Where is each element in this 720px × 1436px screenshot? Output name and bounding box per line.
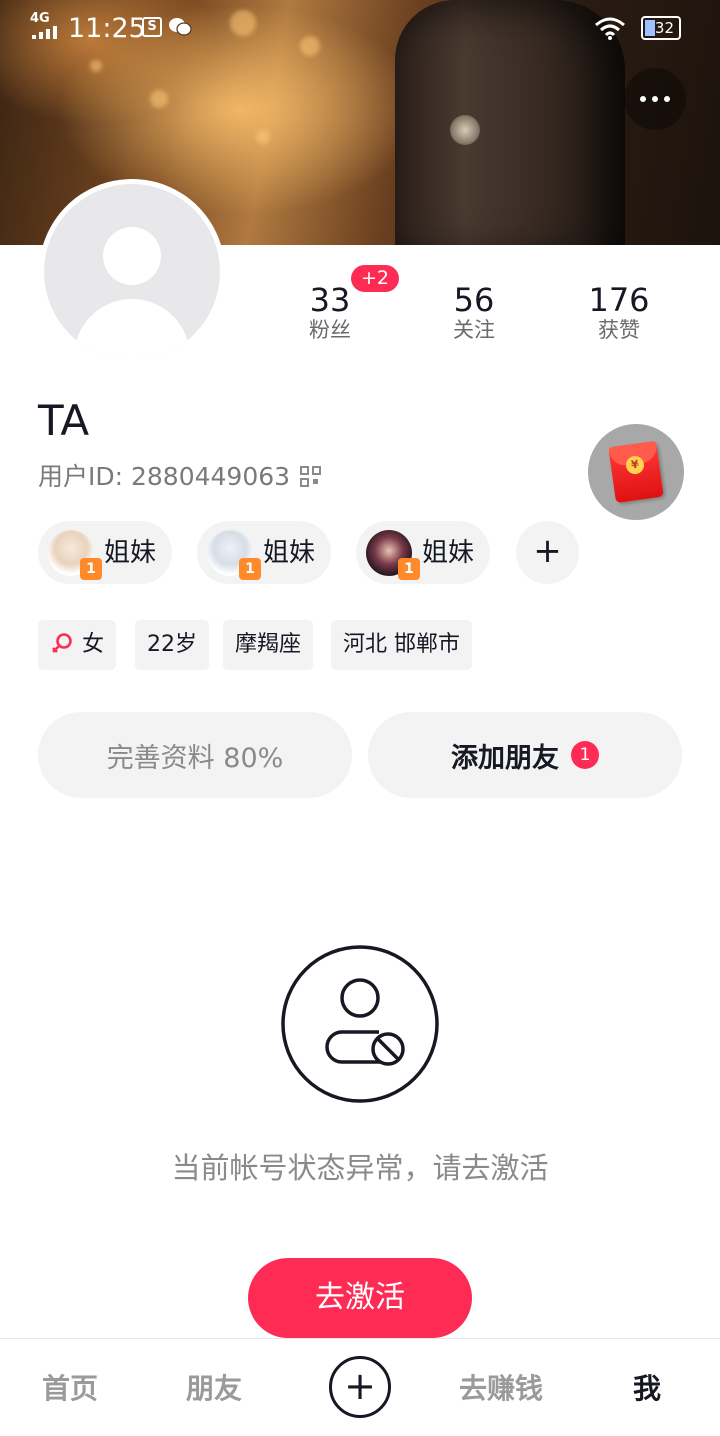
qr-code-icon[interactable] <box>300 466 322 488</box>
complete-profile-label: 完善资料 80% <box>106 742 284 774</box>
default-avatar-icon <box>44 184 220 360</box>
relation-label: 姐妹 <box>263 537 316 568</box>
activate-account-button[interactable]: 去激活 <box>248 1258 472 1338</box>
notification-app-icon: S <box>142 17 162 37</box>
relation-level-badge: 1 <box>398 557 420 580</box>
nav-earn[interactable]: 去赚钱 <box>459 1369 543 1409</box>
cover-bokeh <box>90 60 102 72</box>
likes-label: 获赞 <box>598 318 640 342</box>
account-status-message: 当前帐号状态异常，请去激活 <box>171 1151 549 1185</box>
add-friend-label: 添加朋友 <box>451 742 559 774</box>
nav-friends[interactable]: 朋友 <box>186 1369 242 1409</box>
gender-tag: 女 <box>38 620 117 670</box>
relation-chip[interactable]: 1 姐妹 <box>38 521 173 584</box>
age-tag: 22岁 <box>135 620 209 670</box>
relation-label: 姐妹 <box>104 537 157 568</box>
relation-avatar: 1 <box>48 529 102 580</box>
status-time: 11:25 <box>68 13 146 44</box>
status-bar: 4G 11:25 S 32 <box>0 0 720 56</box>
stat-following[interactable]: 56 关注 <box>424 282 524 344</box>
nav-me[interactable]: 我 <box>633 1369 661 1409</box>
relation-level-badge: 1 <box>80 557 102 580</box>
profile-name: TA <box>38 396 90 445</box>
female-icon <box>52 633 72 653</box>
battery-icon: 32 <box>641 16 681 40</box>
red-packet-symbol: ¥ <box>624 454 646 476</box>
new-followers-badge: +2 <box>351 265 400 292</box>
red-packet-icon: ¥ <box>608 440 664 504</box>
bottom-navigation: 首页 朋友 + 去赚钱 我 <box>0 1338 720 1436</box>
more-dot-icon <box>640 96 646 102</box>
relation-avatar: 1 <box>366 529 420 580</box>
signal-icon <box>32 26 57 39</box>
battery-level: 32 <box>654 19 674 37</box>
add-relation-button[interactable]: + <box>516 521 579 584</box>
complete-profile-button[interactable]: 完善资料 80% <box>38 712 352 798</box>
zodiac-tag: 摩羯座 <box>223 620 314 670</box>
cover-bokeh <box>256 130 270 144</box>
more-dot-icon <box>652 96 658 102</box>
relation-chip[interactable]: 1 姐妹 <box>197 521 332 584</box>
wechat-icon <box>169 18 192 36</box>
location-tag: 河北 邯郸市 <box>331 620 472 670</box>
more-options-button[interactable] <box>624 68 686 130</box>
red-packet-button[interactable]: ¥ <box>588 424 684 520</box>
followers-label: 粉丝 <box>309 318 351 342</box>
likes-count: 176 <box>588 281 650 319</box>
avatar[interactable] <box>39 179 225 365</box>
relation-level-badge: 1 <box>239 557 261 580</box>
stat-likes[interactable]: 176 获赞 <box>569 282 669 344</box>
nav-create-button[interactable]: + <box>329 1356 391 1418</box>
add-friend-badge: 1 <box>571 741 599 769</box>
battery-fill <box>645 20 655 36</box>
following-count: 56 <box>453 281 495 319</box>
nav-home[interactable]: 首页 <box>42 1369 98 1409</box>
more-dot-icon <box>664 96 670 102</box>
add-friend-button[interactable]: 添加朋友 1 <box>368 712 682 798</box>
relation-chip[interactable]: 1 姐妹 <box>356 521 491 584</box>
account-blocked-icon <box>281 945 439 1103</box>
wifi-icon <box>595 17 625 40</box>
cover-bokeh <box>150 90 168 108</box>
following-label: 关注 <box>453 318 495 342</box>
user-id-row[interactable]: 用户ID: 2880449063 <box>38 460 322 494</box>
gender-text: 女 <box>82 632 105 657</box>
relation-label: 姐妹 <box>422 537 475 568</box>
user-id-text: 用户ID: 2880449063 <box>38 462 291 491</box>
network-type: 4G <box>30 11 50 26</box>
relation-avatar: 1 <box>207 529 261 580</box>
